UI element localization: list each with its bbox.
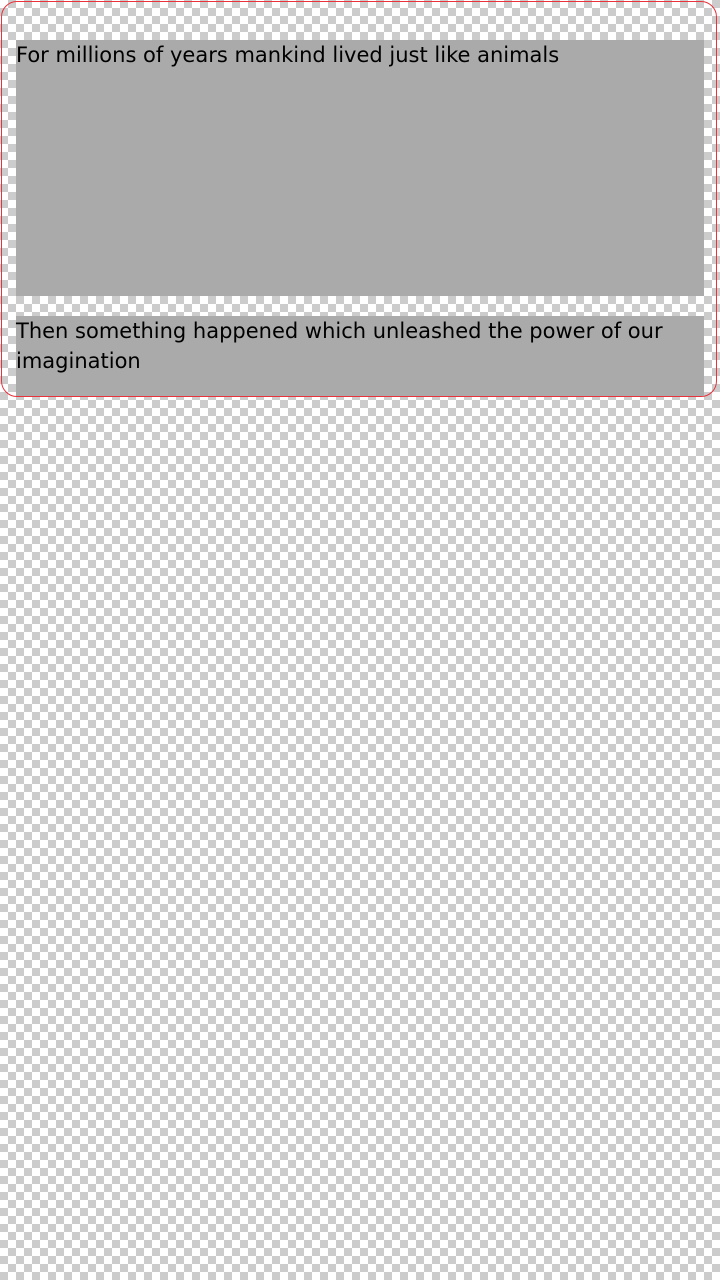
story-panel-2: Then something happened which unleashed … bbox=[16, 316, 704, 396]
story-panel-2-text: Then something happened which unleashed … bbox=[16, 319, 663, 373]
story-panel-1: For millions of years mankind lived just… bbox=[16, 40, 704, 296]
story-panel-1-text: For millions of years mankind lived just… bbox=[16, 43, 560, 67]
